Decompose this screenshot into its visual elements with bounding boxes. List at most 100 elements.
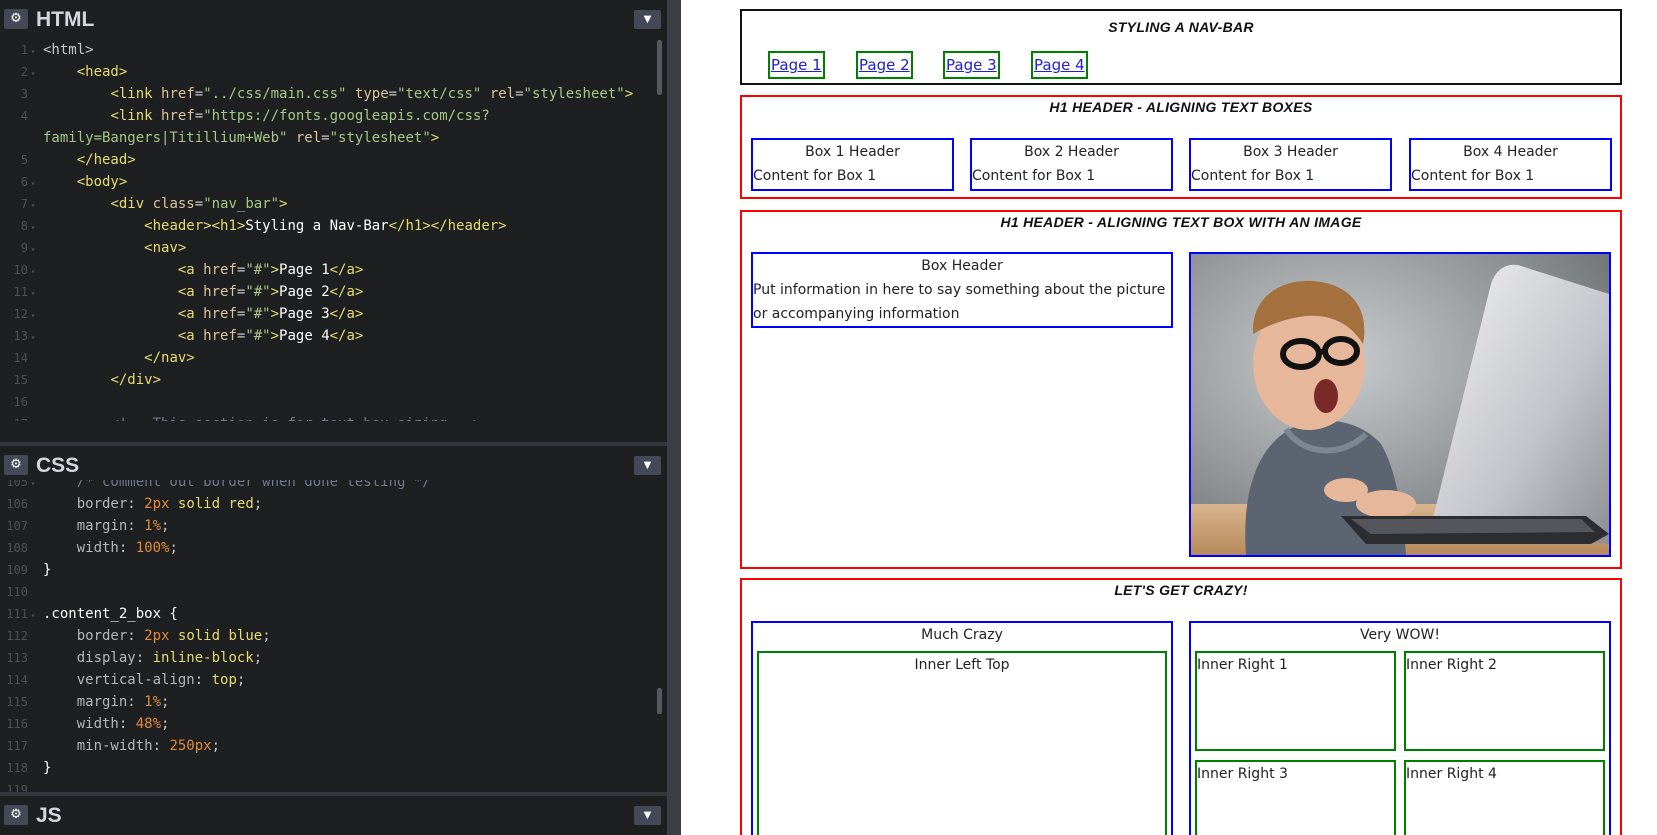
code-text: }: [43, 562, 52, 578]
code-line[interactable]: 112 border: 2px solid blue;: [0, 625, 660, 647]
section-title: H1 Header - Aligning Text Box with an Im…: [1000, 214, 1362, 230]
code-line[interactable]: family=Bangers|Titillium+Web" rel="style…: [0, 127, 660, 149]
js-collapse-chevron-icon[interactable]: ▼: [634, 806, 661, 825]
line-number: 7: [20, 197, 28, 211]
box-header: Much Crazy: [921, 627, 1003, 643]
code-line[interactable]: 2 ▾ <head>: [0, 61, 660, 83]
code-line[interactable]: 15 </div>: [0, 369, 660, 391]
code-line[interactable]: 108 width: 100%;: [0, 537, 660, 559]
nav-link-page-1[interactable]: Page 1: [768, 51, 825, 79]
boy-laptop-photo: [1189, 252, 1611, 557]
section-title: Let's Get Crazy!: [1114, 582, 1248, 598]
html-pane-header: ⚙ HTML ▼: [0, 0, 667, 38]
code-line[interactable]: 6 ▾ <body>: [0, 171, 660, 193]
code-line[interactable]: 109}: [0, 559, 660, 581]
code-line[interactable]: 17▾ <!-- This section is for text box si…: [0, 413, 660, 421]
line-number: 118: [6, 761, 28, 775]
line-number: 4: [20, 109, 28, 123]
line-number: 110: [6, 585, 28, 599]
inner-box-label: Inner Right 3: [1197, 766, 1288, 782]
code-line[interactable]: 116 width: 48%;: [0, 713, 660, 735]
fold-arrow-icon[interactable]: ▾: [28, 239, 38, 261]
fold-arrow-icon[interactable]: ▾: [28, 415, 38, 421]
css-scrollbar[interactable]: [657, 688, 662, 714]
html-code-editor[interactable]: 1 ▾ <html> 2 ▾ <head> 3 <link href="../css/ma…: [0, 38, 667, 421]
box-content: Content for Box 1: [1411, 168, 1535, 184]
code-line[interactable]: 4 <link href="https://fonts.googleapis.c…: [0, 105, 660, 127]
code-line[interactable]: 14 </nav>: [0, 347, 660, 369]
fold-arrow-icon[interactable]: ▾: [28, 261, 38, 283]
code-line[interactable]: 119: [0, 779, 660, 793]
inner-box-label: Inner Left Top: [914, 657, 1010, 673]
code-text: <link href="https://fonts.googleapis.com…: [110, 108, 490, 124]
nav-link-page-3[interactable]: Page 3: [943, 51, 1000, 79]
code-text: <html>: [43, 42, 94, 58]
code-text: border: 2px solid blue;: [76, 628, 271, 644]
code-line[interactable]: 105 ▾ /* comment out border when done tes…: [0, 480, 660, 493]
text-boxes-section: H1 Header - Aligning Text Boxes Box 1 He…: [740, 95, 1622, 199]
code-line[interactable]: 7 ▾ <div class="nav_bar">: [0, 193, 660, 215]
code-line[interactable]: 5 </head>: [0, 149, 660, 171]
code-line[interactable]: 115 margin: 1%;: [0, 691, 660, 713]
code-line[interactable]: 10 ▾ <a href="#">Page 1</a>: [0, 259, 660, 281]
js-settings-gear-icon[interactable]: ⚙: [4, 805, 28, 825]
line-number: 9: [20, 241, 28, 255]
inner-right-4-box: Inner Right 4: [1404, 760, 1605, 835]
text-box-1: Box 1 Header Content for Box 1: [751, 138, 954, 191]
code-line[interactable]: 11 ▾ <a href="#">Page 2</a>: [0, 281, 660, 303]
fold-arrow-icon[interactable]: ▾: [28, 283, 38, 305]
code-line[interactable]: 107 margin: 1%;: [0, 515, 660, 537]
code-line[interactable]: 110: [0, 581, 660, 603]
line-number: 107: [6, 519, 28, 533]
fold-arrow-icon[interactable]: ▾: [28, 305, 38, 327]
code-text: <body>: [76, 174, 128, 190]
fold-arrow-icon[interactable]: ▾: [28, 41, 38, 63]
code-line[interactable]: 1 ▾ <html>: [0, 39, 660, 61]
line-number: 2: [20, 65, 28, 79]
fold-arrow-icon[interactable]: ▾: [28, 195, 38, 217]
code-text: }: [43, 760, 52, 776]
code-line[interactable]: 114 vertical-align: top;: [0, 669, 660, 691]
line-number: 5: [20, 153, 28, 167]
line-number: 114: [6, 673, 28, 687]
code-line[interactable]: 106 border: 2px solid red;: [0, 493, 660, 515]
css-pane-header: ⚙ CSS ▼: [0, 446, 667, 484]
html-scrollbar[interactable]: [657, 40, 662, 95]
code-line[interactable]: 9 ▾ <nav>: [0, 237, 660, 259]
html-collapse-chevron-icon[interactable]: ▼: [634, 10, 661, 29]
line-number: 117: [6, 739, 28, 753]
line-number: 8: [20, 219, 28, 233]
line-number: 115: [6, 695, 28, 709]
box-header: Box 1 Header: [805, 144, 900, 160]
code-line[interactable]: 12 ▾ <a href="#">Page 3</a>: [0, 303, 660, 325]
css-settings-gear-icon[interactable]: ⚙: [4, 455, 28, 475]
nav-link-page-4[interactable]: Page 4: [1031, 51, 1088, 79]
code-line[interactable]: 117 min-width: 250px;: [0, 735, 660, 757]
code-text: width: 100%;: [76, 540, 178, 556]
html-settings-gear-icon[interactable]: ⚙: [4, 9, 28, 29]
fold-arrow-icon[interactable]: ▾: [28, 173, 38, 195]
code-line[interactable]: 8 ▾ <header><h1>Styling a Nav-Bar</h1></h…: [0, 215, 660, 237]
text-box-2: Box 2 Header Content for Box 1: [970, 138, 1173, 191]
css-collapse-chevron-icon[interactable]: ▼: [634, 456, 661, 475]
box-header: Box 3 Header: [1243, 144, 1338, 160]
nav-bar: Styling a Nav-Bar Page 1 Page 2 Page 3 P…: [740, 9, 1622, 85]
inner-right-2-box: Inner Right 2: [1404, 651, 1605, 751]
fold-arrow-icon[interactable]: ▾: [28, 63, 38, 85]
code-line[interactable]: 13 ▾ <a href="#">Page 4</a>: [0, 325, 660, 347]
box-header: Very WOW!: [1360, 627, 1440, 643]
box-header: Box Header: [921, 258, 1003, 274]
code-line[interactable]: 16: [0, 391, 660, 413]
code-line[interactable]: 113 display: inline-block;: [0, 647, 660, 669]
code-line[interactable]: 118}: [0, 757, 660, 779]
line-number: 113: [6, 651, 28, 665]
css-code-editor[interactable]: 105 ▾ /* comment out border when done tes…: [0, 480, 667, 793]
fold-arrow-icon[interactable]: ▾: [28, 327, 38, 349]
fold-arrow-icon[interactable]: ▾: [28, 605, 38, 627]
code-text: <header><h1>Styling a Nav-Bar</h1></head…: [144, 218, 507, 234]
nav-link-page-2[interactable]: Page 2: [856, 51, 913, 79]
code-line[interactable]: 3 <link href="../css/main.css" type="tex…: [0, 83, 660, 105]
resize-handle[interactable]: [667, 0, 681, 835]
fold-arrow-icon[interactable]: ▾: [28, 217, 38, 239]
code-line[interactable]: 111 ▾ .content_2_box {: [0, 603, 660, 625]
